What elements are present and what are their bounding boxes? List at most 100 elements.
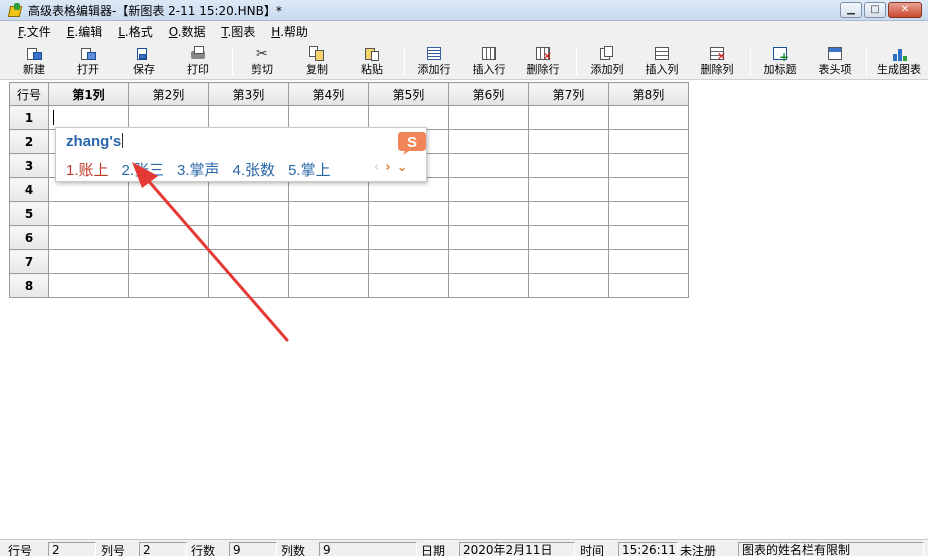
cell[interactable] bbox=[608, 105, 689, 130]
cell[interactable] bbox=[128, 201, 209, 226]
make-chart-button[interactable]: 生成图表 bbox=[872, 43, 926, 79]
close-button[interactable]: ✕ bbox=[888, 2, 922, 18]
cell[interactable] bbox=[368, 225, 449, 250]
cell[interactable] bbox=[288, 105, 369, 130]
cell[interactable] bbox=[448, 249, 529, 274]
cell[interactable] bbox=[208, 105, 289, 130]
table-row: 7 bbox=[9, 249, 689, 274]
row-header[interactable]: 8 bbox=[9, 273, 49, 298]
ime-candidate[interactable]: 3.掌声 bbox=[177, 159, 220, 180]
cell[interactable] bbox=[528, 273, 609, 298]
cell[interactable] bbox=[448, 105, 529, 130]
cell[interactable] bbox=[128, 249, 209, 274]
cell[interactable] bbox=[48, 273, 129, 298]
column-header[interactable]: 第8列 bbox=[608, 82, 689, 106]
cell[interactable] bbox=[288, 201, 369, 226]
row-header[interactable]: 3 bbox=[9, 153, 49, 178]
cell[interactable] bbox=[368, 249, 449, 274]
cell[interactable] bbox=[448, 225, 529, 250]
add-column-button[interactable]: 添加列 bbox=[586, 43, 628, 79]
cell[interactable] bbox=[208, 249, 289, 274]
cell[interactable] bbox=[608, 225, 689, 250]
cell[interactable] bbox=[528, 153, 609, 178]
menu-file[interactable]: F.文件 bbox=[10, 22, 59, 42]
cell[interactable] bbox=[448, 129, 529, 154]
cell[interactable] bbox=[608, 129, 689, 154]
cell[interactable] bbox=[528, 225, 609, 250]
cell[interactable] bbox=[288, 249, 369, 274]
column-header[interactable]: 第5列 bbox=[368, 82, 449, 106]
cell[interactable] bbox=[608, 249, 689, 274]
cell[interactable] bbox=[448, 177, 529, 202]
active-cell-editor[interactable] bbox=[48, 105, 129, 130]
cell[interactable] bbox=[528, 177, 609, 202]
insert-row-button[interactable]: 插入行 bbox=[468, 43, 510, 79]
cell[interactable] bbox=[368, 273, 449, 298]
paste-button[interactable]: 粘贴 bbox=[352, 43, 392, 79]
minimize-button[interactable]: ▁ bbox=[840, 2, 862, 18]
cell[interactable] bbox=[368, 105, 449, 130]
column-header[interactable]: 第6列 bbox=[448, 82, 529, 106]
cell[interactable] bbox=[448, 201, 529, 226]
column-header[interactable]: 第2列 bbox=[128, 82, 209, 106]
cell[interactable] bbox=[208, 201, 289, 226]
cell[interactable] bbox=[208, 273, 289, 298]
menu-help[interactable]: H.帮助 bbox=[263, 22, 316, 42]
row-header[interactable]: 6 bbox=[9, 225, 49, 250]
cell[interactable] bbox=[448, 153, 529, 178]
cell[interactable] bbox=[128, 225, 209, 250]
ime-prev-page-icon[interactable]: ‹ bbox=[374, 160, 379, 175]
save-button[interactable]: 保存 bbox=[124, 43, 164, 79]
insert-row-icon bbox=[480, 45, 498, 62]
delete-row-button[interactable]: ✕ 删除行 bbox=[522, 43, 564, 79]
ime-candidate[interactable]: 5.掌上 bbox=[288, 159, 331, 180]
ime-candidate[interactable]: 2.张三 bbox=[122, 159, 165, 180]
cell[interactable] bbox=[128, 273, 209, 298]
copy-button[interactable]: 复制 bbox=[297, 43, 337, 79]
maximize-button[interactable]: □ bbox=[864, 2, 886, 18]
add-title-button[interactable]: + 加标题 bbox=[759, 43, 801, 79]
delete-column-button[interactable]: ✕ 删除列 bbox=[696, 43, 738, 79]
cell[interactable] bbox=[368, 201, 449, 226]
cell[interactable] bbox=[608, 177, 689, 202]
row-header[interactable]: 5 bbox=[9, 201, 49, 226]
cut-button[interactable]: ✂ 剪切 bbox=[242, 43, 282, 79]
open-button[interactable]: 打开 bbox=[68, 43, 108, 79]
row-header[interactable]: 4 bbox=[9, 177, 49, 202]
cell[interactable] bbox=[608, 201, 689, 226]
cell[interactable] bbox=[608, 153, 689, 178]
cell[interactable] bbox=[288, 225, 369, 250]
cell[interactable] bbox=[288, 273, 369, 298]
cell[interactable] bbox=[528, 201, 609, 226]
ime-candidate[interactable]: 4.张数 bbox=[233, 159, 276, 180]
column-header[interactable]: 第7列 bbox=[528, 82, 609, 106]
cell[interactable] bbox=[48, 249, 129, 274]
cell[interactable] bbox=[128, 105, 209, 130]
cell[interactable] bbox=[208, 225, 289, 250]
ime-next-page-icon[interactable]: › bbox=[385, 160, 390, 175]
menu-edit[interactable]: E.编辑 bbox=[59, 22, 110, 42]
header-item-button[interactable]: 表头项 bbox=[814, 43, 856, 79]
print-button[interactable]: 打印 bbox=[178, 43, 218, 79]
cell[interactable] bbox=[48, 201, 129, 226]
menu-format[interactable]: L.格式 bbox=[110, 22, 161, 42]
new-button[interactable]: 新建 bbox=[14, 43, 54, 79]
cell[interactable] bbox=[48, 225, 129, 250]
menu-data[interactable]: O.数据 bbox=[161, 22, 214, 42]
row-header[interactable]: 7 bbox=[9, 249, 49, 274]
ime-candidate[interactable]: 1.账上 bbox=[66, 159, 109, 180]
cell[interactable] bbox=[528, 105, 609, 130]
row-header[interactable]: 2 bbox=[9, 129, 49, 154]
column-header[interactable]: 第1列 bbox=[48, 82, 129, 106]
menu-chart[interactable]: T.图表 bbox=[214, 22, 264, 42]
insert-column-button[interactable]: 插入列 bbox=[641, 43, 683, 79]
add-row-button[interactable]: 添加行 bbox=[413, 43, 455, 79]
cell[interactable] bbox=[528, 129, 609, 154]
cell[interactable] bbox=[448, 273, 529, 298]
column-header[interactable]: 第3列 bbox=[208, 82, 289, 106]
row-header[interactable]: 1 bbox=[9, 105, 49, 130]
cell[interactable] bbox=[528, 249, 609, 274]
column-header[interactable]: 第4列 bbox=[288, 82, 369, 106]
cell[interactable] bbox=[608, 273, 689, 298]
ime-expand-icon[interactable]: ⌄ bbox=[397, 160, 408, 175]
